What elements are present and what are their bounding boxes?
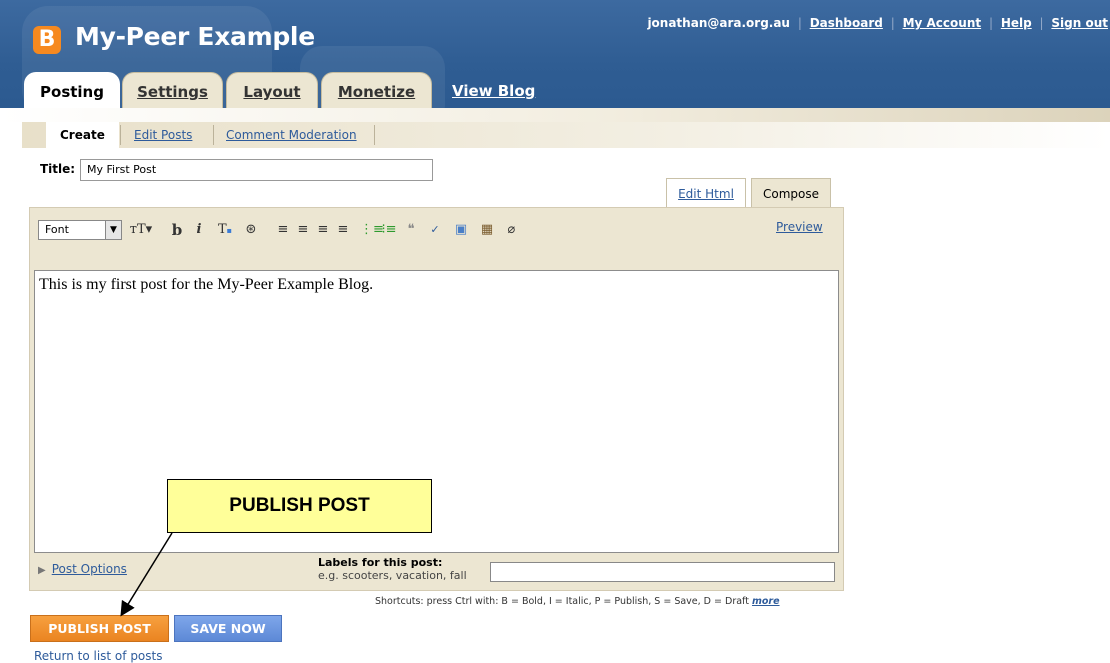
tab-monetize[interactable]: Monetize <box>321 72 432 108</box>
blog-title: My-Peer Example <box>75 22 315 51</box>
compose-tab[interactable]: Compose <box>751 178 831 208</box>
italic-icon[interactable]: i <box>190 220 208 240</box>
blockquote-icon[interactable]: ❝ <box>402 220 420 240</box>
separator <box>120 125 121 145</box>
publish-post-callout: PUBLISH POST <box>167 479 432 533</box>
return-to-posts-link[interactable]: Return to list of posts <box>34 649 162 663</box>
font-select-value: Font <box>45 223 69 236</box>
user-email: jonathan@ara.org.au <box>647 16 790 30</box>
sign-out-link[interactable]: Sign out <box>1051 16 1108 30</box>
labels-label: Labels for this post: <box>318 556 443 569</box>
blogger-logo-icon[interactable]: B <box>33 26 61 54</box>
shortcuts-text: Shortcuts: press Ctrl with: B = Bold, I … <box>375 596 749 607</box>
post-options[interactable]: ▶ Post Options <box>38 562 127 576</box>
tab-settings[interactable]: Settings <box>122 72 223 108</box>
post-body-editor[interactable]: This is my first post for the My-Peer Ex… <box>34 270 839 553</box>
expand-triangle-icon: ▶ <box>38 565 46 576</box>
user-nav: jonathan@ara.org.au | Dashboard | My Acc… <box>647 16 1108 30</box>
help-link[interactable]: Help <box>1001 16 1032 30</box>
tab-label: Layout <box>243 83 301 101</box>
justify-icon[interactable]: ≡ <box>334 220 352 240</box>
my-account-link[interactable]: My Account <box>903 16 982 30</box>
labels-input[interactable] <box>490 562 835 582</box>
title-label: Title: <box>40 162 76 176</box>
bold-icon[interactable]: b <box>168 220 186 240</box>
shortcuts-more-link[interactable]: more <box>752 596 780 607</box>
subnav: Create Edit Posts Comment Moderation <box>22 122 1110 148</box>
save-now-button[interactable]: SAVE NOW <box>174 615 282 642</box>
bullet-list-icon[interactable]: ⁝≡ <box>380 220 398 240</box>
add-video-icon[interactable]: ▦ <box>478 220 496 240</box>
align-center-icon[interactable]: ≡ <box>294 220 312 240</box>
tab-label: Monetize <box>337 83 416 101</box>
preview-link[interactable]: Preview <box>776 220 823 234</box>
post-options-link[interactable]: Post Options <box>52 562 127 576</box>
subnav-comment-moderation[interactable]: Comment Moderation <box>226 122 357 148</box>
separator: | <box>988 16 993 30</box>
edit-html-tab[interactable]: Edit Html <box>666 178 746 208</box>
blogger-header: B My-Peer Example jonathan@ara.org.au | … <box>0 0 1110 108</box>
chevron-down-icon: ▼ <box>105 221 121 239</box>
publish-post-button[interactable]: PUBLISH POST <box>30 615 169 642</box>
dashboard-link[interactable]: Dashboard <box>810 16 883 30</box>
post-editor: Font ▼ тT▾ b i T▪ ⊛ ≡ ≡ ≡ ≡ ⋮≡ ⁝≡ ❝ ✓ ▣ … <box>29 207 844 591</box>
view-blog-link[interactable]: View Blog <box>452 82 535 100</box>
editor-toolbar: Font ▼ тT▾ b i T▪ ⊛ ≡ ≡ ≡ ≡ ⋮≡ ⁝≡ ❝ ✓ ▣ … <box>30 208 843 266</box>
remove-formatting-icon[interactable]: ⌀ <box>502 220 520 240</box>
add-image-icon[interactable]: ▣ <box>452 220 470 240</box>
shortcuts-hint: Shortcuts: press Ctrl with: B = Bold, I … <box>375 596 780 607</box>
subnav-comment-moderation-link[interactable]: Comment Moderation <box>226 128 357 142</box>
subnav-create[interactable]: Create <box>46 122 119 148</box>
separator: | <box>1039 16 1044 30</box>
subnav-band <box>0 108 1110 122</box>
tab-layout[interactable]: Layout <box>226 72 318 108</box>
subnav-edit-posts[interactable]: Edit Posts <box>134 122 192 148</box>
tab-label: Posting <box>40 83 104 101</box>
separator: | <box>890 16 895 30</box>
font-select[interactable]: Font ▼ <box>38 220 122 240</box>
spellcheck-icon[interactable]: ✓ <box>426 220 444 240</box>
text-color-icon[interactable]: T▪ <box>216 220 234 240</box>
edit-html-label: Edit Html <box>678 187 734 201</box>
separator: | <box>797 16 802 30</box>
numbered-list-icon[interactable]: ⋮≡ <box>360 220 384 240</box>
separator <box>374 125 375 145</box>
tab-posting[interactable]: Posting <box>24 72 120 108</box>
tab-label: Settings <box>137 83 208 101</box>
align-left-icon[interactable]: ≡ <box>274 220 292 240</box>
labels-hint: e.g. scooters, vacation, fall <box>318 569 467 582</box>
align-right-icon[interactable]: ≡ <box>314 220 332 240</box>
title-input[interactable]: My First Post <box>80 159 433 181</box>
subnav-edit-posts-link[interactable]: Edit Posts <box>134 128 192 142</box>
separator <box>213 125 214 145</box>
font-size-icon[interactable]: тT▾ <box>128 220 154 240</box>
link-icon[interactable]: ⊛ <box>242 220 260 240</box>
